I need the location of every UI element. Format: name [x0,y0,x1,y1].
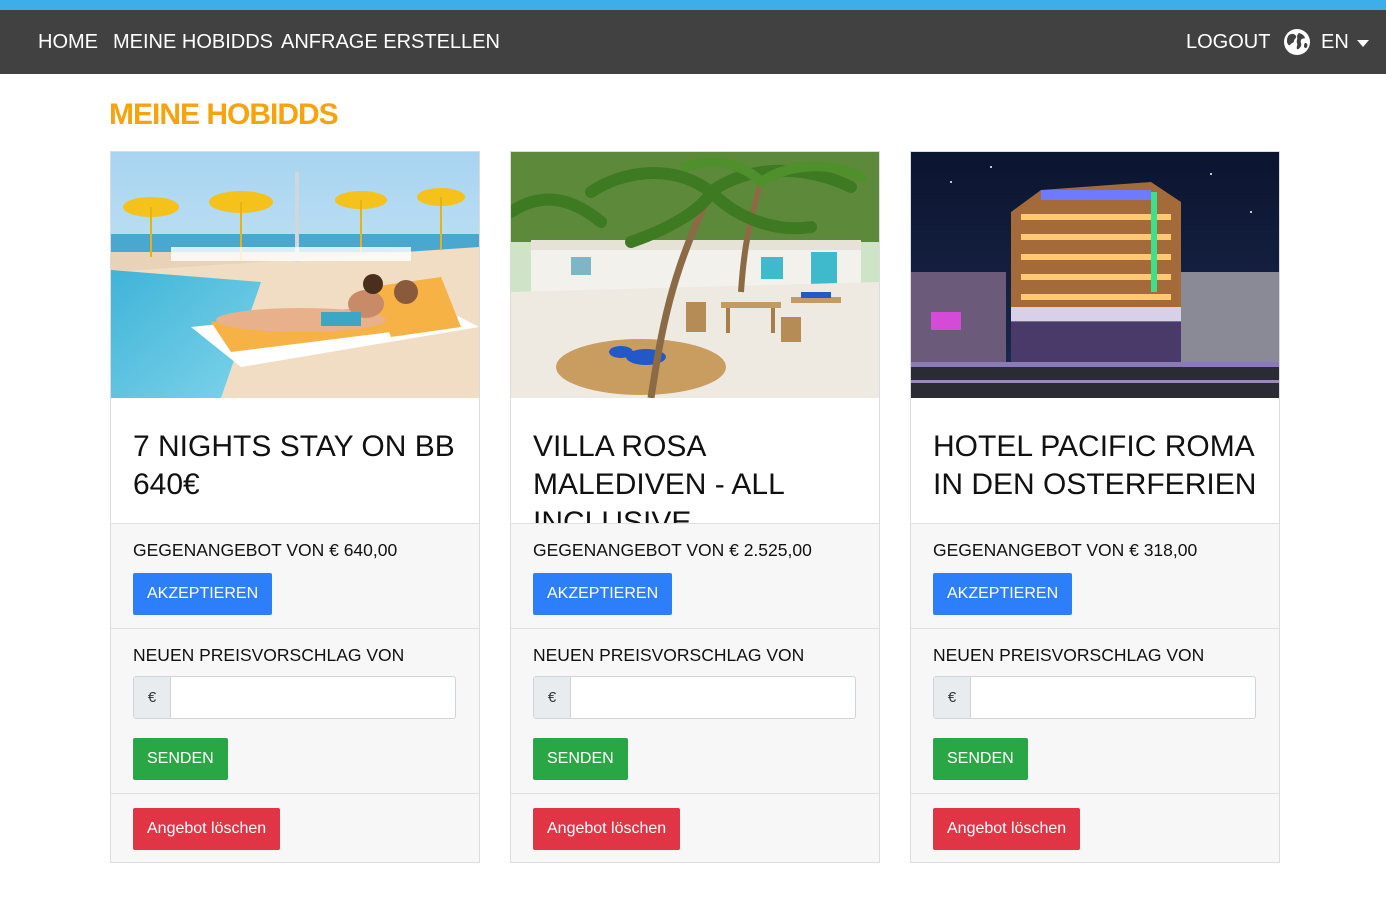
send-button[interactable]: SENDEN [933,738,1028,780]
accept-button[interactable]: AKZEPTIEREN [533,573,673,615]
counter-offer-section: GEGENANGEBOT VON € 2.525,00 AKZEPTIEREN [511,523,879,628]
delete-offer-button[interactable]: Angebot löschen [533,808,681,850]
offer-title: 7 NIGHTS STAY ON BB 640€ [133,430,455,501]
price-proposal-section: NEUEN PREISVORSCHLAG VON € SENDEN [111,628,479,793]
delete-offer-button[interactable]: Angebot löschen [133,808,281,850]
offer-card: 7 NIGHTS STAY ON BB 640€ GEGENANGEBOT VO… [110,151,480,863]
send-button[interactable]: SENDEN [533,738,628,780]
counter-offer-text: GEGENANGEBOT VON € 2.525,00 [533,540,812,560]
currency-addon: € [134,677,171,718]
nav-create-request[interactable]: ANFRAGE ERSTELLEN [281,10,500,74]
price-input-group: € [533,676,856,719]
price-input-group: € [133,676,456,719]
price-input-group: € [933,676,1256,719]
price-input[interactable] [572,677,855,718]
send-button[interactable]: SENDEN [133,738,228,780]
counter-offer-section: GEGENANGEBOT VON € 318,00 AKZEPTIEREN [911,523,1279,628]
currency-addon: € [934,677,971,718]
offer-card: VILLA ROSA MALEDIVEN - ALL INCLUSIVE GEG… [510,151,880,863]
counter-offer-section: GEGENANGEBOT VON € 640,00 AKZEPTIEREN [111,523,479,628]
price-proposal-label: NEUEN PREISVORSCHLAG VON [133,645,405,665]
offer-title: HOTEL PACIFIC ROMA IN DEN OSTERFERIEN [933,430,1257,501]
top-navbar: HOME MEINE HOBIDDS ANFRAGE ERSTELLEN LOG… [0,10,1386,74]
top-accent-stripe [0,0,1386,10]
currency-addon: € [534,677,571,718]
delete-offer-button[interactable]: Angebot löschen [933,808,1081,850]
accept-button[interactable]: AKZEPTIEREN [133,573,273,615]
offer-image-villa[interactable] [511,152,879,398]
nav-logout[interactable]: LOGOUT [1186,10,1270,74]
counter-offer-text: GEGENANGEBOT VON € 318,00 [933,540,1198,560]
nav-my-hobidds[interactable]: MEINE HOBIDDS [113,10,273,74]
delete-section: Angebot löschen [111,793,479,862]
offer-image-hotel[interactable] [911,152,1279,398]
offer-card: HOTEL PACIFIC ROMA IN DEN OSTERFERIEN GE… [910,151,1280,863]
accept-button[interactable]: AKZEPTIEREN [933,573,1073,615]
price-input[interactable] [172,677,455,718]
delete-section: Angebot löschen [911,793,1279,862]
counter-offer-text: GEGENANGEBOT VON € 640,00 [133,540,398,560]
language-selector[interactable]: EN [1321,10,1349,74]
price-proposal-label: NEUEN PREISVORSCHLAG VON [533,645,805,665]
price-proposal-label: NEUEN PREISVORSCHLAG VON [933,645,1205,665]
price-input[interactable] [972,677,1255,718]
globe-icon[interactable] [1283,28,1311,56]
nav-home[interactable]: HOME [38,10,98,74]
price-proposal-section: NEUEN PREISVORSCHLAG VON € SENDEN [511,628,879,793]
delete-section: Angebot löschen [511,793,879,862]
price-proposal-section: NEUEN PREISVORSCHLAG VON € SENDEN [911,628,1279,793]
offer-image-pool[interactable] [111,152,479,398]
chevron-down-icon[interactable] [1357,40,1369,47]
page-title: MEINE HOBIDDS [109,98,339,131]
